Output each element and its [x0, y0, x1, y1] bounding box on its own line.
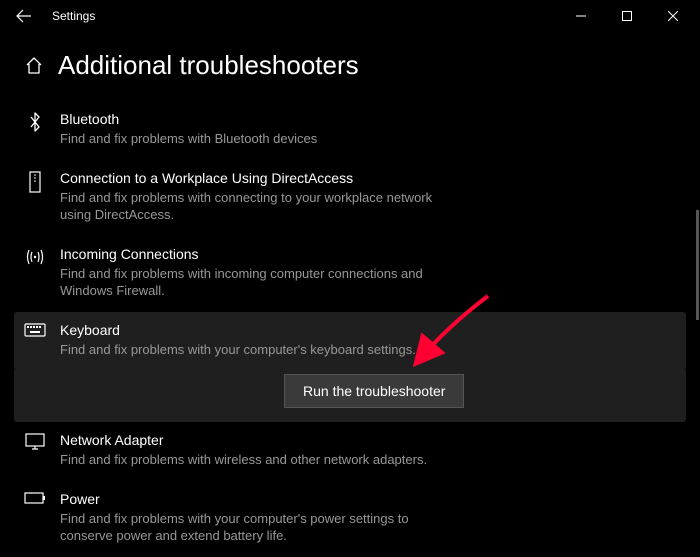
titlebar: Settings — [0, 0, 700, 32]
item-title: Network Adapter — [60, 432, 676, 448]
window-controls — [558, 0, 696, 32]
item-desc: Find and fix problems with your computer… — [60, 341, 460, 359]
item-title: Bluetooth — [60, 111, 676, 127]
home-icon[interactable] — [24, 56, 44, 76]
page-title: Additional troubleshooters — [58, 50, 359, 81]
item-title: Incoming Connections — [60, 246, 676, 262]
bluetooth-icon — [24, 111, 46, 148]
troubleshooter-item-incoming[interactable]: Incoming Connections Find and fix proble… — [14, 236, 686, 312]
troubleshooter-item-network-adapter[interactable]: Network Adapter Find and fix problems wi… — [14, 422, 686, 481]
keyboard-icon — [24, 322, 46, 359]
item-title: Keyboard — [60, 322, 676, 338]
app-title: Settings — [52, 9, 95, 23]
battery-icon — [24, 491, 46, 545]
item-desc: Find and fix problems with Bluetooth dev… — [60, 130, 460, 148]
item-desc: Find and fix problems with your computer… — [60, 510, 460, 545]
run-troubleshooter-button[interactable]: Run the troubleshooter — [284, 374, 464, 408]
minimize-button[interactable] — [558, 0, 604, 32]
page-header: Additional troubleshooters — [0, 32, 700, 101]
troubleshooter-item-power[interactable]: Power Find and fix problems with your co… — [14, 481, 686, 557]
item-title: Power — [60, 491, 676, 507]
close-button[interactable] — [650, 0, 696, 32]
server-icon — [24, 170, 46, 224]
troubleshooter-item-keyboard[interactable]: Keyboard Find and fix problems with your… — [14, 312, 686, 371]
run-troubleshooter-row: Run the troubleshooter — [14, 368, 686, 422]
minimize-icon — [576, 11, 586, 21]
item-title: Connection to a Workplace Using DirectAc… — [60, 170, 676, 186]
maximize-icon — [622, 11, 632, 21]
item-desc: Find and fix problems with connecting to… — [60, 189, 460, 224]
maximize-button[interactable] — [604, 0, 650, 32]
troubleshooter-item-bluetooth[interactable]: Bluetooth Find and fix problems with Blu… — [14, 101, 686, 160]
close-icon — [668, 11, 678, 21]
troubleshooter-item-directaccess[interactable]: Connection to a Workplace Using DirectAc… — [14, 160, 686, 236]
troubleshooter-list: Bluetooth Find and fix problems with Blu… — [0, 101, 700, 557]
back-arrow-icon — [16, 8, 32, 24]
scrollbar-thumb[interactable] — [696, 210, 699, 320]
back-button[interactable] — [4, 0, 44, 32]
item-desc: Find and fix problems with wireless and … — [60, 451, 460, 469]
item-desc: Find and fix problems with incoming comp… — [60, 265, 460, 300]
monitor-icon — [24, 432, 46, 469]
antenna-icon — [24, 246, 46, 300]
